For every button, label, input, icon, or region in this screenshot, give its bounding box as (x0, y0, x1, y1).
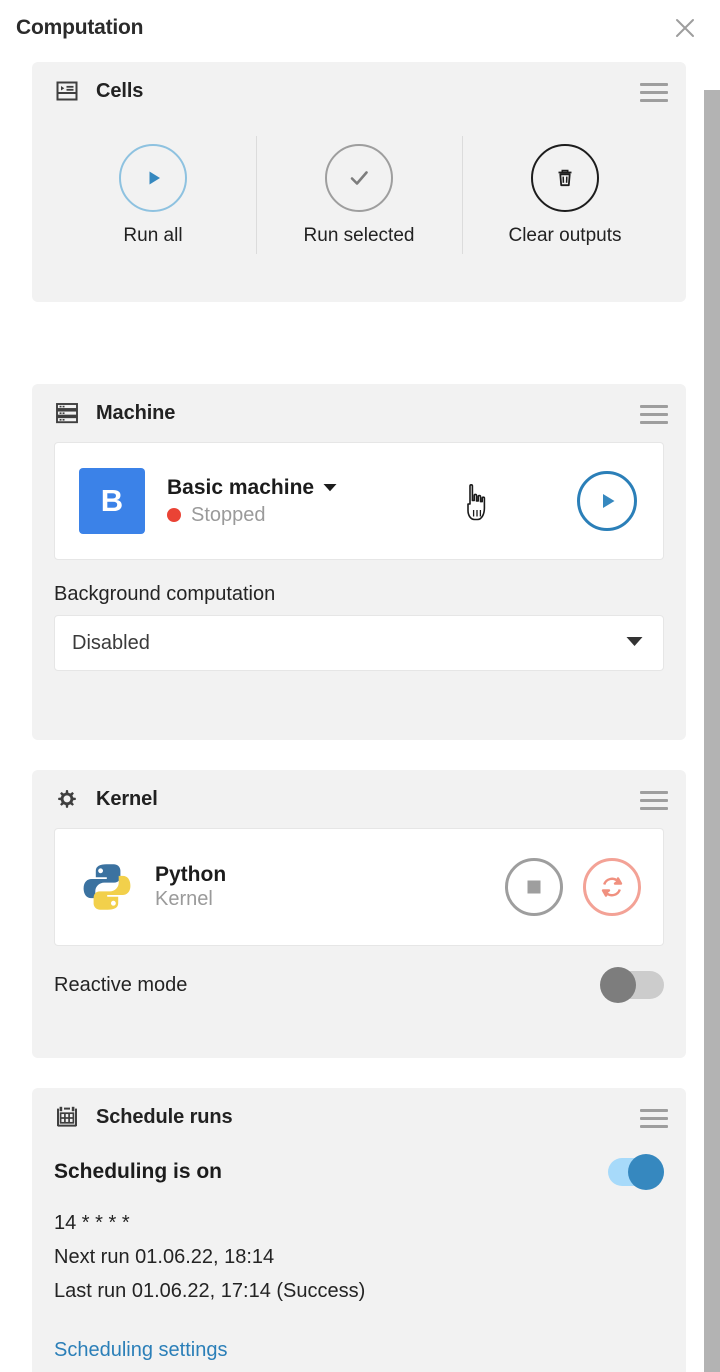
computation-panel: Computation Cells Run all Run selected C… (0, 0, 720, 1372)
machine-info: Basic machine Stopped (167, 476, 337, 527)
scrollbar[interactable] (702, 90, 720, 1372)
reactive-mode-row: Reactive mode (54, 946, 664, 1024)
run-selected-button[interactable]: Run selected (256, 120, 462, 270)
machine-selector[interactable]: Basic machine (167, 476, 337, 500)
cells-card: Cells Run all Run selected Clear outputs (32, 62, 686, 302)
status-dot-icon (167, 508, 181, 522)
machine-start-button[interactable] (577, 471, 637, 531)
python-logo-icon (81, 861, 133, 913)
reactive-mode-toggle[interactable] (600, 967, 664, 1003)
machine-status: Stopped (191, 503, 266, 526)
cells-icon (54, 78, 80, 104)
toggle-knob (600, 967, 636, 1003)
check-icon (325, 143, 393, 212)
page-title: Computation (16, 16, 144, 39)
run-all-label: Run all (123, 224, 183, 246)
kernel-name: Python (155, 863, 227, 886)
panel-header: Computation (0, 0, 720, 56)
machine-status-row: Stopped (167, 504, 337, 527)
server-icon (54, 400, 80, 426)
kernel-restart-button[interactable] (583, 858, 641, 916)
schedule-card-title: Schedule runs (96, 1105, 233, 1128)
background-computation-value: Disabled (72, 631, 150, 654)
clear-outputs-button[interactable]: Clear outputs (462, 120, 668, 270)
next-run: Next run 01.06.22, 18:14 (54, 1246, 275, 1268)
cells-card-header: Cells (32, 62, 686, 120)
scheduling-state-label: Scheduling is on (54, 1160, 223, 1183)
machine-name: Basic machine (167, 475, 315, 499)
background-computation-select[interactable]: Disabled (54, 615, 664, 671)
run-all-button[interactable]: Run all (50, 120, 256, 270)
background-computation-label: Background computation (54, 583, 276, 605)
machine-row: B Basic machine Stopped (54, 442, 664, 560)
schedule-details: 14 * * * * Next run 01.06.22, 18:14 Last… (54, 1212, 664, 1303)
schedule-menu-icon[interactable] (640, 1104, 668, 1130)
machine-menu-icon[interactable] (640, 400, 668, 426)
hand-pointer-cursor (459, 483, 493, 523)
machine-card: Machine B Basic machine Stopped Backgrou… (32, 384, 686, 740)
machine-card-header: Machine (32, 384, 686, 442)
kernel-info: Python Kernel (155, 863, 226, 911)
play-icon (119, 143, 187, 212)
schedule-card: Schedule runs Scheduling is on 14 * * * … (32, 1088, 686, 1372)
kernel-menu-icon[interactable] (640, 786, 668, 812)
kernel-buttons (505, 858, 641, 916)
schedule-card-header: Schedule runs (32, 1088, 686, 1146)
close-icon[interactable] (668, 11, 702, 45)
kernel-card-title: Kernel (96, 787, 158, 810)
kernel-stop-button[interactable] (505, 858, 563, 916)
cells-card-title: Cells (96, 79, 144, 102)
chevron-down-icon (626, 634, 643, 652)
clear-outputs-label: Clear outputs (508, 224, 622, 246)
last-run: Last run 01.06.22, 17:14 (Success) (54, 1280, 366, 1302)
toggle-knob (628, 1154, 664, 1190)
cron-expression: 14 * * * * (54, 1212, 130, 1234)
kernel-subtitle: Kernel (155, 888, 213, 910)
scheduling-toggle[interactable] (600, 1154, 664, 1190)
kernel-card-header: Kernel (32, 770, 686, 828)
scroll-area: Cells Run all Run selected Clear outputs… (0, 56, 720, 1372)
scheduling-state-row: Scheduling is on (54, 1146, 664, 1198)
kernel-row: Python Kernel (54, 828, 664, 946)
chevron-down-icon (323, 479, 337, 497)
calendar-icon (54, 1104, 80, 1130)
scheduling-settings-link[interactable]: Scheduling settings (54, 1339, 227, 1362)
cells-menu-icon[interactable] (640, 78, 668, 104)
trash-icon (531, 143, 599, 212)
gear-icon (54, 786, 80, 812)
cells-actions: Run all Run selected Clear outputs (32, 120, 686, 270)
scrollbar-thumb[interactable] (704, 90, 720, 1372)
kernel-card: Kernel Python Kernel Reactive mode (32, 770, 686, 1058)
machine-card-title: Machine (96, 401, 176, 424)
reactive-mode-label: Reactive mode (54, 973, 188, 996)
run-selected-label: Run selected (303, 224, 415, 246)
machine-badge: B (79, 468, 145, 534)
